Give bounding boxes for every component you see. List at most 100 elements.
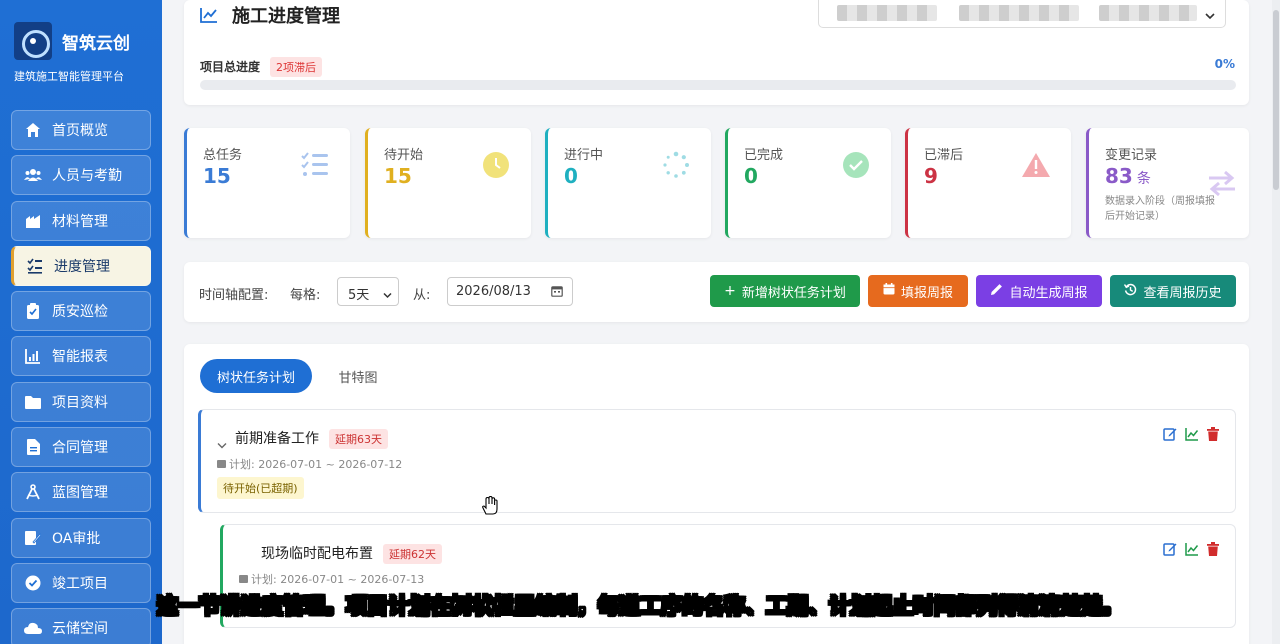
chart-icon bbox=[24, 347, 42, 365]
task-actions bbox=[1163, 427, 1221, 441]
stat-label: 变更记录 bbox=[1105, 148, 1158, 163]
from-label: 从: bbox=[413, 288, 431, 303]
spinner-icon bbox=[661, 150, 691, 180]
document-icon bbox=[24, 438, 42, 456]
sidebar-item-label: 首页概览 bbox=[52, 123, 108, 139]
calendar-icon bbox=[551, 285, 563, 301]
sidebar-item-label: 进度管理 bbox=[54, 258, 110, 275]
stat-card-pending[interactable]: 待开始 15 bbox=[365, 128, 531, 238]
sidebar-item-inspection[interactable]: 质安巡检 bbox=[11, 291, 151, 332]
stat-value: 0 bbox=[564, 164, 578, 188]
sidebar-item-materials[interactable]: 材料管理 bbox=[11, 200, 151, 241]
sidebar-item-staff[interactable]: 人员与考勤 bbox=[11, 155, 151, 196]
compass-icon bbox=[24, 483, 42, 501]
exchange-icon bbox=[1207, 168, 1237, 198]
warehouse-icon bbox=[24, 212, 42, 230]
start-date-input[interactable]: 2026/08/13 bbox=[447, 277, 573, 306]
brand-subtitle: 建筑施工智能管理平台 bbox=[14, 70, 124, 83]
cloud-icon bbox=[24, 619, 42, 637]
task-name-text: 前期准备工作 bbox=[235, 431, 319, 447]
sidebar-item-progress[interactable]: 进度管理 bbox=[11, 245, 151, 286]
stat-value: 83 条 bbox=[1105, 164, 1151, 188]
check-circle-icon bbox=[841, 150, 871, 180]
stat-card-total[interactable]: 总任务 15 bbox=[184, 128, 350, 238]
list-check-icon bbox=[300, 150, 330, 180]
folder-icon bbox=[24, 393, 42, 411]
progress-chart-icon[interactable] bbox=[1185, 427, 1199, 441]
task-plan: 计划: 2026-07-01 ~ 2026-07-12 bbox=[217, 456, 402, 472]
sidebar-item-blueprints[interactable]: 蓝图管理 bbox=[11, 472, 151, 513]
progress-label: 项目总进度 2项滞后 bbox=[200, 57, 323, 77]
status-badge: 待开始(已超期) bbox=[217, 477, 304, 499]
report-history-button[interactable]: 查看周报历史 bbox=[1110, 275, 1236, 307]
start-date-value: 2026/08/13 bbox=[456, 284, 531, 299]
project-select[interactable] bbox=[818, 0, 1226, 28]
progress-overview-card: 施工进度管理 项目总进度 2项滞后 0% bbox=[184, 0, 1249, 105]
fill-weekly-report-button[interactable]: 填报周报 bbox=[868, 275, 968, 307]
stat-note: 数据录入阶段（周报填报后开始记录） bbox=[1105, 196, 1215, 222]
progress-label-text: 项目总进度 bbox=[200, 60, 261, 74]
edit-icon[interactable] bbox=[1163, 427, 1177, 441]
sidebar-item-documents[interactable]: 项目资料 bbox=[11, 381, 151, 422]
progress-percent: 0% bbox=[1214, 57, 1235, 71]
delete-icon[interactable] bbox=[1207, 542, 1221, 556]
edit-document-icon bbox=[24, 529, 42, 547]
stat-value-number: 83 bbox=[1105, 164, 1133, 188]
chevron-down-icon bbox=[1205, 5, 1215, 24]
stat-unit: 条 bbox=[1136, 171, 1151, 187]
stat-card-completed[interactable]: 已完成 0 bbox=[725, 128, 891, 238]
delete-icon[interactable] bbox=[1207, 427, 1221, 441]
brand: 智筑云创 bbox=[14, 22, 130, 60]
interval-select[interactable]: 5天 bbox=[337, 277, 399, 306]
clock-icon bbox=[481, 150, 511, 180]
tasks-icon bbox=[26, 257, 44, 275]
stat-value: 15 bbox=[384, 164, 412, 188]
chevron-down-icon[interactable] bbox=[217, 434, 227, 453]
scrollbar[interactable] bbox=[1272, 0, 1280, 644]
clipboard-check-icon bbox=[24, 302, 42, 320]
interval-label: 每格: bbox=[290, 288, 321, 303]
tab-tree-plan[interactable]: 树状任务计划 bbox=[200, 359, 312, 393]
edit-icon[interactable] bbox=[1163, 542, 1177, 556]
add-tree-task-button[interactable]: + 新增树状任务计划 bbox=[710, 275, 860, 307]
timeline-config-label: 时间轴配置: bbox=[199, 288, 269, 303]
button-label: 填报周报 bbox=[900, 285, 953, 301]
sidebar-item-contracts[interactable]: 合同管理 bbox=[11, 427, 151, 468]
progress-bar bbox=[200, 80, 1236, 90]
task-name: 前期准备工作 延期63天 bbox=[235, 428, 388, 449]
stat-value: 0 bbox=[744, 164, 758, 188]
timeline-toolbar: 时间轴配置: 每格: 5天 从: 2026/08/13 + 新增树状任务计划 填报… bbox=[184, 262, 1249, 322]
logo bbox=[14, 22, 52, 60]
home-icon bbox=[24, 121, 42, 139]
sidebar-item-label: 蓝图管理 bbox=[52, 485, 108, 502]
stat-card-in-progress[interactable]: 进行中 0 bbox=[545, 128, 711, 238]
stat-value: 9 bbox=[924, 164, 938, 188]
calendar-icon bbox=[883, 283, 895, 299]
task-row[interactable]: 前期准备工作 延期63天 计划: 2026-07-01 ~ 2026-07-12 … bbox=[198, 409, 1236, 513]
sidebar-item-reports[interactable]: 智能报表 bbox=[11, 336, 151, 377]
delay-badge: 延期62天 bbox=[383, 544, 442, 564]
video-subtitle: 这一节讲进度管理。项目计划在树状栏里编制，每道工序的名称、工期、计划起止时间都列… bbox=[157, 594, 1124, 619]
auto-generate-report-button[interactable]: 自动生成周报 bbox=[976, 275, 1102, 307]
tab-gantt[interactable]: 甘特图 bbox=[324, 359, 392, 393]
sidebar-item-label: 人员与考勤 bbox=[52, 168, 122, 185]
calendar-icon bbox=[239, 573, 248, 586]
progress-chart-icon[interactable] bbox=[1185, 542, 1199, 556]
stat-card-delayed[interactable]: 已滞后 9 bbox=[905, 128, 1071, 238]
stat-label: 进行中 bbox=[564, 148, 604, 163]
sidebar-item-home[interactable]: 首页概览 bbox=[11, 110, 151, 150]
sidebar-item-oa[interactable]: OA审批 bbox=[11, 517, 151, 558]
page-title: 施工进度管理 bbox=[200, 2, 340, 28]
sidebar-item-label: 材料管理 bbox=[52, 213, 108, 230]
delay-badge: 延期63天 bbox=[329, 429, 388, 449]
users-icon bbox=[24, 166, 42, 184]
sidebar-item-label: 质安巡检 bbox=[52, 304, 108, 321]
button-label: 自动生成周报 bbox=[1009, 285, 1088, 301]
button-label: 新增树状任务计划 bbox=[741, 285, 846, 301]
delayed-count-badge: 2项滞后 bbox=[270, 57, 323, 77]
stat-card-changes[interactable]: 变更记录 83 条 数据录入阶段（周报填报后开始记录） bbox=[1086, 128, 1249, 238]
task-plan-text: 计划: 2026-07-01 ~ 2026-07-13 bbox=[251, 573, 425, 586]
scrollbar-thumb[interactable] bbox=[1273, 10, 1279, 190]
stat-value: 15 bbox=[203, 164, 231, 188]
brand-name: 智筑云创 bbox=[62, 33, 130, 54]
